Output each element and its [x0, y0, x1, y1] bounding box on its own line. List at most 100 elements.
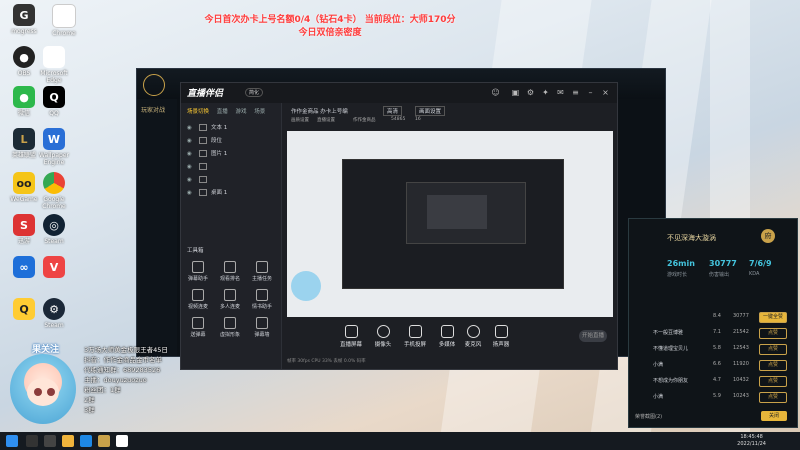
stream-preview[interactable]: [287, 131, 613, 317]
gift-icon[interactable]: ▣: [511, 88, 520, 97]
tool-danmu-assistant[interactable]: 弹幕助手: [185, 261, 211, 282]
layer-item[interactable]: ◉ 图片 1: [187, 149, 275, 159]
mail-icon[interactable]: ✉: [556, 88, 565, 97]
layer-item[interactable]: ◉ 桌面 1: [187, 188, 275, 198]
follow-label: 果关注: [32, 345, 60, 355]
like-all-button[interactable]: 一键全赞: [759, 312, 787, 323]
tab-game[interactable]: 游戏: [236, 109, 247, 115]
taskbar: 18:45:48 2022/11/24: [0, 432, 800, 450]
quality-tag[interactable]: 高清: [383, 106, 403, 116]
tab-scene[interactable]: 场景: [254, 109, 265, 115]
streamer-info-line: 粉丝团：1群: [84, 386, 121, 394]
streamer-info-line: 3群: [84, 406, 95, 414]
settings-icon[interactable]: ⚙: [526, 88, 535, 97]
like-button[interactable]: 点赞: [759, 344, 787, 355]
close-icon[interactable]: ×: [601, 88, 610, 97]
camera-button[interactable]: 摄像头: [369, 325, 397, 348]
layer-item[interactable]: ◉: [187, 175, 275, 185]
screen-capture-button[interactable]: 直播屏幕: [337, 325, 365, 348]
eye-icon[interactable]: ◉: [187, 123, 197, 133]
streamer-avatar: [10, 354, 76, 424]
tool-danmu-wall[interactable]: 弹幕墙: [249, 317, 275, 338]
status-bar: 帧率 30fps CPU 33% 丢帧 0.0% 码率: [287, 359, 366, 364]
streamer-overlay: 果关注 3万场大师黄金极限王者45日 抖音：作作金商品金币名单 代练通知群：68…: [4, 340, 194, 432]
system-clock[interactable]: 18:45:48 2022/11/24: [737, 434, 766, 448]
tool-viewer-rank[interactable]: 观看排名: [217, 261, 243, 282]
nested-preview: [342, 159, 564, 289]
tool-send-danmu[interactable]: 送弹幕: [185, 317, 211, 338]
tool-love-letter[interactable]: 情书助手: [249, 289, 275, 310]
toolbox-title: 工具箱: [187, 248, 204, 254]
edge-icon[interactable]: [80, 435, 92, 447]
quality-settings[interactable]: 画质设置: [291, 117, 309, 123]
windows-start-icon[interactable]: [6, 435, 18, 447]
table-row: 8.4 30777 一键全赞: [635, 309, 791, 325]
lol-side-label[interactable]: 玩家对战: [137, 99, 177, 120]
menu-icon[interactable]: ≡: [571, 88, 580, 97]
stat-kda-label: KDA: [749, 271, 760, 277]
streamer-info-line: 代练通知群：689283526: [84, 366, 161, 374]
honor-screenshot[interactable]: 荣誉截图(2): [635, 413, 662, 420]
stat-duration: 26min: [667, 259, 695, 268]
like-button[interactable]: 点赞: [759, 328, 787, 339]
desktop-icon-12[interactable]: ◎ Steam: [34, 214, 74, 245]
version-badge[interactable]: 简化: [245, 88, 264, 97]
multimedia-button[interactable]: 多媒体: [433, 325, 461, 348]
table-row: 不一般豆博雅 7.1 21542 点赞: [635, 325, 791, 341]
stat-damage: 30777: [709, 259, 737, 268]
avatar-icon[interactable]: ☺: [491, 88, 500, 97]
tool-virtual-avatar[interactable]: 虚拟形象: [217, 317, 243, 338]
tool-video-link[interactable]: 视频连麦: [185, 289, 211, 310]
phone-cast-button[interactable]: 手机投屏: [401, 325, 429, 348]
chrome-desktop-icon[interactable]: Google Chrome: [34, 172, 74, 210]
clock-date: 2022/11/24: [737, 441, 766, 447]
search-icon[interactable]: [26, 435, 38, 447]
start-live-button[interactable]: 开始直播: [579, 330, 607, 342]
steam-desktop-icon[interactable]: ⚙ Steam: [34, 298, 74, 329]
eye-icon[interactable]: ◉: [187, 175, 197, 185]
shirt-icon[interactable]: ✦: [541, 88, 550, 97]
streamer-info-line: 2群: [84, 396, 95, 404]
close-panel-button[interactable]: 关闭: [761, 411, 787, 421]
qq-desktop-icon[interactable]: Q QQ: [34, 86, 74, 117]
nested-preview-2: [406, 182, 526, 244]
microphone-button[interactable]: 麦克风: [459, 325, 487, 348]
scene-tabs: 场景切换 直播 游戏 场景: [187, 107, 271, 115]
tool-multi-link[interactable]: 多人连麦: [217, 289, 243, 310]
lol-logo-icon[interactable]: [143, 74, 165, 96]
minimize-icon[interactable]: –: [586, 88, 595, 97]
streamer-info-line: 抖音：作作金商品金币名单: [84, 356, 162, 364]
eye-icon[interactable]: ◉: [187, 149, 197, 159]
layer-item[interactable]: ◉: [187, 162, 275, 172]
live-companion-taskbar-icon[interactable]: [116, 435, 128, 447]
layer-item[interactable]: ◉ 段位: [187, 136, 275, 146]
desktop-icon-4[interactable]: Microsoft Edge: [34, 46, 74, 84]
desktop-icon-14[interactable]: V: [34, 256, 74, 280]
like-button[interactable]: 点赞: [759, 376, 787, 387]
speaker-button[interactable]: 扬声器: [487, 325, 515, 348]
eye-icon[interactable]: ◉: [187, 162, 197, 172]
tab-scene-switch[interactable]: 场景切换: [187, 109, 209, 115]
task-view-icon[interactable]: [44, 435, 56, 447]
eye-icon[interactable]: ◉: [187, 136, 197, 146]
tab-live[interactable]: 直播: [217, 109, 228, 115]
eye-icon[interactable]: ◉: [187, 188, 197, 198]
table-row: 不想成为你朋友 4.7 10432 点赞: [635, 373, 791, 389]
live-settings[interactable]: 直播设置: [317, 117, 335, 123]
banner-line-1: 今日首次办卡上号名额0/4（钻石4卡） 当前段位：大师170分: [204, 15, 456, 25]
wallpaper-desktop-icon[interactable]: W Wallpaper Engine: [34, 128, 74, 166]
match-title: 不见深海大漩涡: [667, 234, 716, 242]
desktop-icon-1[interactable]: Gmogress: [4, 4, 44, 35]
picture-settings-button[interactable]: 画面设置: [415, 106, 446, 116]
stat-damage-label: 伤害输出: [709, 272, 730, 278]
desktop-icon-2[interactable]: Chrome: [44, 4, 84, 37]
file-explorer-icon[interactable]: [62, 435, 74, 447]
like-button[interactable]: 点赞: [759, 392, 787, 403]
like-button[interactable]: 点赞: [759, 360, 787, 371]
tool-streamer-task[interactable]: 主播任务: [249, 261, 275, 282]
live-companion-titlebar: 直播伴侣 简化 ☺ ▣ ⚙ ✦ ✉ ≡ – ×: [181, 83, 617, 103]
channel-name: 作作金商品: [353, 118, 376, 123]
preview-header: 作作金商品 办卡上号编 高清 画面设置 画质设置 直播设置 作作金商品 5486…: [287, 103, 617, 123]
layer-item[interactable]: ◉ 文本 1: [187, 123, 275, 133]
lol-taskbar-icon[interactable]: [98, 435, 110, 447]
